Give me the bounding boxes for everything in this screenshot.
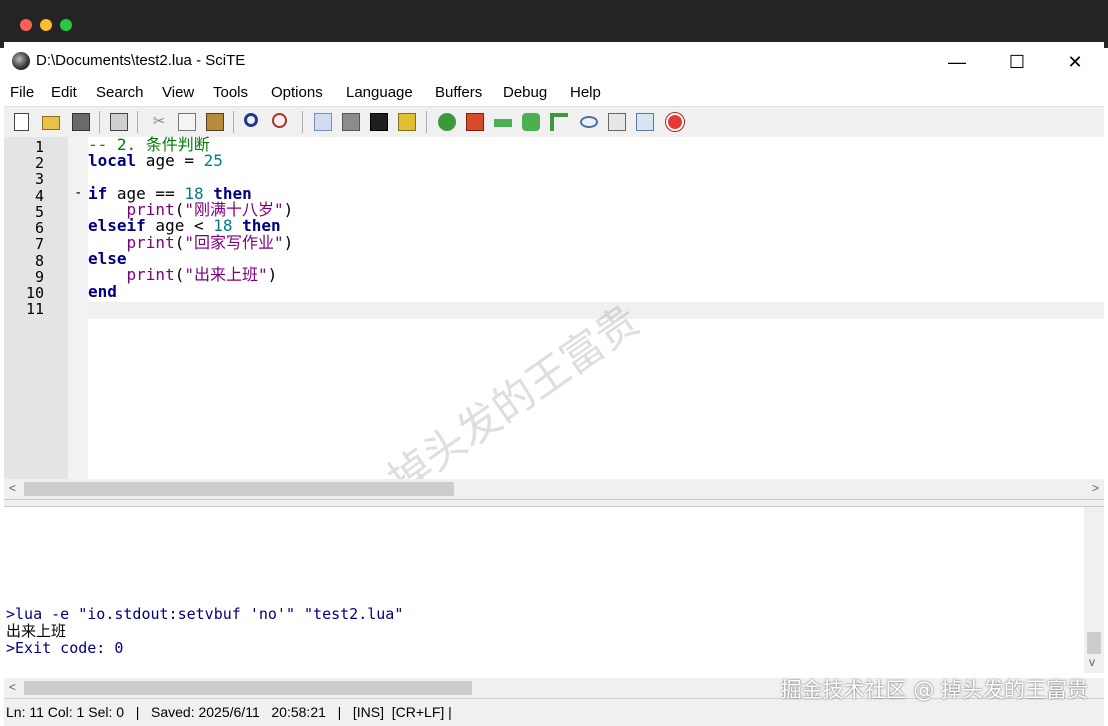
pane-splitter[interactable]: [4, 499, 1104, 507]
line-number: 1: [34, 138, 44, 156]
minimize-button[interactable]: —: [928, 42, 986, 82]
line-number: 6: [34, 219, 44, 237]
window-title: D:\Documents\test2.lua - SciTE: [36, 52, 246, 69]
line-number: 3: [34, 170, 44, 188]
corner-watermark: 掘金技术社区 @ 掉头发的王富贵: [780, 678, 1088, 702]
status-text: Ln: 11 Col: 1 Sel: 0 | Saved: 2025/6/11 …: [6, 704, 452, 720]
record-icon[interactable]: [666, 113, 684, 131]
find-icon[interactable]: [244, 113, 258, 127]
scroll-thumb[interactable]: [24, 681, 472, 695]
toolbar: ✂: [4, 106, 1104, 137]
line-number: 5: [34, 203, 44, 221]
line-number: 9: [34, 268, 44, 286]
watch-icon[interactable]: [580, 116, 598, 128]
output-vertical-scrollbar[interactable]: v: [1084, 507, 1104, 673]
scroll-down-icon[interactable]: v: [1089, 655, 1095, 669]
menu-buffers[interactable]: Buffers: [435, 84, 482, 101]
go-icon[interactable]: [314, 113, 332, 131]
line-number: 8: [34, 252, 44, 270]
output-command: >lua -e "io.stdout:setvbuf 'no'" "test2.…: [6, 605, 404, 623]
copy-icon[interactable]: [178, 113, 196, 131]
cut-icon[interactable]: ✂: [150, 113, 168, 131]
terminal-icon[interactable]: [370, 113, 388, 131]
menu-help[interactable]: Help: [570, 84, 601, 101]
debug-run-icon[interactable]: [466, 113, 484, 131]
watermark: 掉头发的王富贵: [379, 295, 649, 505]
menu-debug[interactable]: Debug: [503, 84, 547, 101]
replace-icon[interactable]: [272, 113, 287, 128]
new-file-icon[interactable]: [14, 113, 29, 131]
line-number: 10: [25, 284, 44, 302]
scroll-right-icon[interactable]: >: [1092, 481, 1099, 495]
line-number: 2: [34, 154, 44, 172]
code-editor[interactable]: 1 2 3 4 5 6 7 8 9 10 11 - -- 2. 条件判断 loca…: [4, 136, 1104, 505]
output-exit-code: >Exit code: 0: [6, 639, 124, 657]
zoom-traffic-light[interactable]: [60, 19, 72, 31]
menu-edit[interactable]: Edit: [51, 84, 77, 101]
scroll-left-icon[interactable]: <: [9, 481, 16, 495]
minimize-traffic-light[interactable]: [40, 19, 52, 31]
output-result: 出来上班: [6, 622, 67, 640]
code-line-2: local age = 25: [88, 151, 223, 171]
step-out-icon[interactable]: [550, 113, 568, 131]
line-number: 7: [34, 235, 44, 253]
code-line-10: end: [88, 281, 117, 301]
line-number-margin: 1 2 3 4 5 6 7 8 9 10 11: [4, 137, 68, 479]
menu-bar: File Edit Search View Tools Options Lang…: [4, 82, 1104, 106]
editor-horizontal-scrollbar[interactable]: < >: [4, 479, 1104, 499]
menu-language[interactable]: Language: [346, 84, 413, 101]
menu-tools[interactable]: Tools: [213, 84, 248, 101]
line-number: 11: [25, 300, 44, 318]
scroll-thumb[interactable]: [1087, 632, 1101, 654]
scroll-thumb[interactable]: [24, 482, 454, 496]
calculator-icon[interactable]: [608, 113, 626, 131]
close-button[interactable]: ✕: [1046, 42, 1104, 82]
menu-search[interactable]: Search: [96, 84, 144, 101]
mac-window-chrome: [0, 0, 1108, 48]
save-icon[interactable]: [72, 113, 90, 131]
maximize-button[interactable]: ☐: [988, 42, 1046, 82]
close-traffic-light[interactable]: [20, 19, 32, 31]
menu-file[interactable]: File: [10, 84, 34, 101]
step-into-icon[interactable]: [522, 113, 540, 131]
print-icon[interactable]: [110, 113, 128, 131]
title-bar: D:\Documents\test2.lua - SciTE — ☐ ✕: [4, 42, 1104, 82]
scite-window: D:\Documents\test2.lua - SciTE — ☐ ✕ Fil…: [4, 42, 1104, 726]
build-icon[interactable]: [398, 113, 416, 131]
menu-options[interactable]: Options: [271, 84, 323, 101]
code-line-9: print("出来上班"): [126, 265, 278, 285]
scite-app-icon: [12, 52, 30, 70]
export-icon[interactable]: [636, 113, 654, 131]
menu-view[interactable]: View: [162, 84, 194, 101]
fold-marker-icon[interactable]: -: [74, 185, 82, 201]
scroll-left-icon[interactable]: <: [9, 680, 16, 694]
stop-icon[interactable]: [342, 113, 360, 131]
source-code[interactable]: -- 2. 条件判断 local age = 25 if age == 18 th…: [88, 136, 293, 316]
open-file-icon[interactable]: [42, 116, 60, 130]
step-over-icon[interactable]: [494, 119, 512, 127]
paste-icon[interactable]: [206, 113, 224, 131]
debug-bug-icon[interactable]: [438, 113, 456, 131]
output-pane[interactable]: >lua -e "io.stdout:setvbuf 'no'" "test2.…: [4, 507, 1084, 673]
line-number: 4: [34, 187, 44, 205]
